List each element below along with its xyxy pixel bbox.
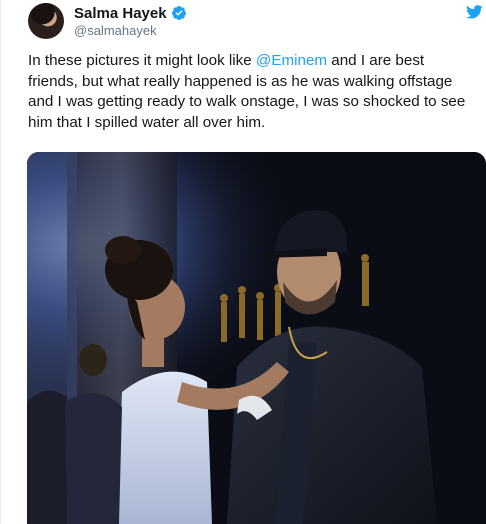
author-handle[interactable]: @salmahayek — [74, 23, 157, 38]
author-display-name[interactable]: Salma Hayek — [74, 5, 167, 22]
verified-badge-icon — [171, 6, 186, 20]
tweet-text-start: In these pictures it might look like — [28, 52, 256, 69]
mention-link[interactable]: @Eminem — [256, 52, 327, 69]
tweet-photo[interactable] — [27, 152, 486, 524]
tweet-card: Salma Hayek @salmahayek In these picture… — [0, 0, 486, 524]
twitter-bird-icon[interactable] — [466, 5, 483, 19]
tweet-text: In these pictures it might look like @Em… — [28, 51, 478, 133]
photo-illustration — [27, 152, 486, 524]
avatar-image — [28, 3, 64, 39]
avatar[interactable] — [28, 3, 64, 39]
author-name-row: Salma Hayek — [74, 3, 187, 23]
